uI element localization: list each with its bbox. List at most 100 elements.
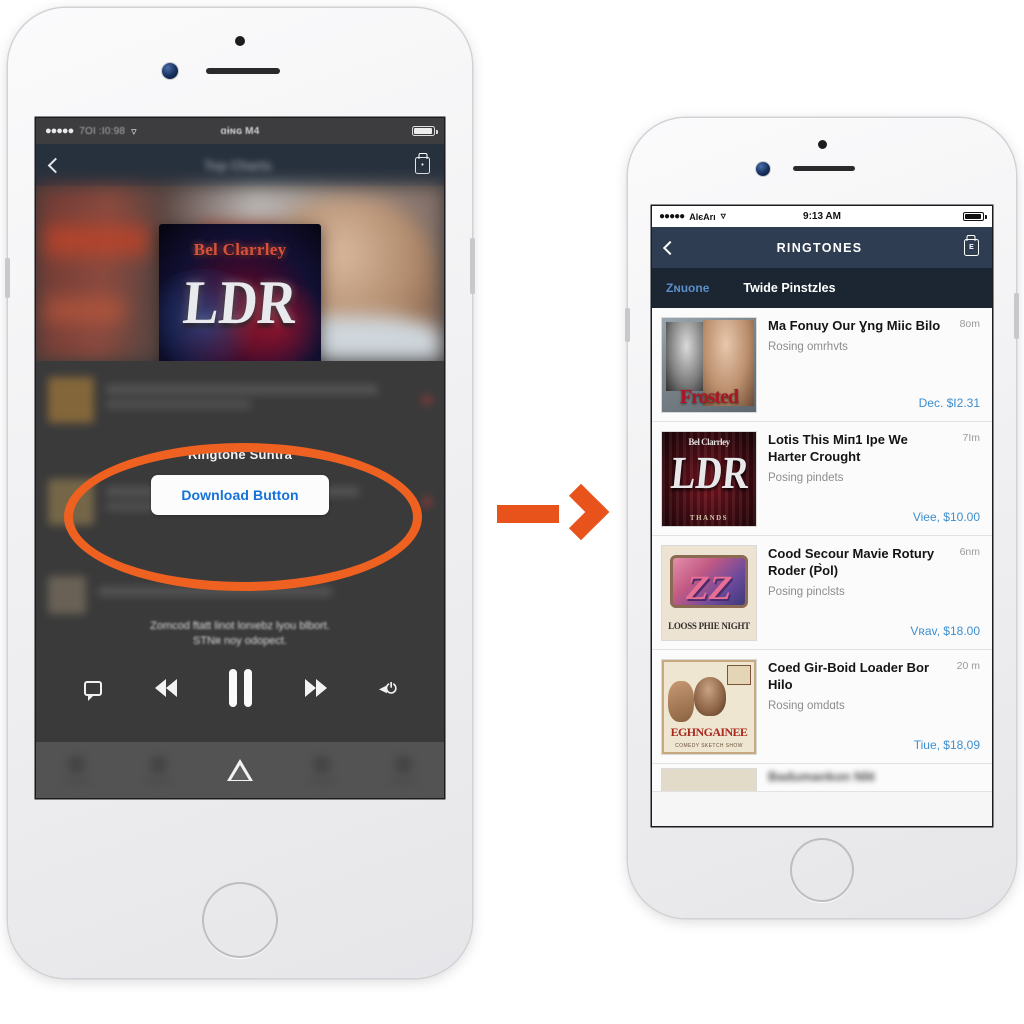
artwork-thumbnail [661,768,757,791]
right-phone-screen: ●●●●● AlєArı ▿ 9:13 AM RINGTONES E Zɴuon… [652,206,992,826]
artwork-thumbnail: Frosted [661,317,757,413]
tab-item-1[interactable] [63,756,90,784]
right-sub-bar: Zɴuone Twide Pinstzles [652,268,992,308]
list-item-price[interactable]: Viee, $10.00 [913,510,980,524]
share-icon[interactable]: • [415,156,430,174]
right-nav-bar: RINGTONES E [652,227,992,268]
artwork-monogram: LDR [668,447,752,498]
chevron-left-icon[interactable] [47,157,64,173]
left-phone-device: ●●●●● 7OI :I0:98 ▿ ɑɨɴɢ M4 Top Charts • … [5,8,475,978]
overlay-text-line-2: STNʀ noy odopect. [192,635,287,647]
battery-icon [963,212,987,221]
earpiece-speaker [793,166,855,171]
subbar-left-label[interactable]: Zɴuone [666,281,709,295]
list-item-price[interactable]: Dec. $I2.31 [919,396,980,410]
list-item-title: Badumankоn Nlɨt [768,769,875,784]
artwork-monogram: ZZ [682,570,736,608]
transition-arrow [497,483,610,542]
left-nav-bar: Top Charts • [36,144,444,186]
artwork-caption: LOOSS PHIE NIGHT [668,621,750,631]
list-item-subtitle: Posing pinclsts [768,586,845,598]
tab-item-2[interactable] [145,756,172,784]
left-phone-volume-button [5,258,10,298]
player-overlay-text: Zomcod ftatt linot lonıebz lyou blbort. … [36,619,444,649]
overlay-text-line-1: Zomcod ftatt linot lonıebz lyou blbort. [150,620,330,632]
carrier-label: 7OI :I0:98 [79,125,126,137]
right-phone-power-button [1014,293,1019,339]
tab-item-active[interactable] [226,759,253,781]
front-camera-icon [756,162,770,176]
artwork-caption: Frosted [679,386,739,408]
artwork-artist: Bel Clarrley [688,437,730,447]
player-controls: ◂⏻ [36,661,444,715]
list-item-subtitle: Rosing omrhvts [768,341,848,353]
right-status-bar: ●●●●● AlєArı ▿ 9:13 AM [652,206,992,227]
list-item[interactable]: Frosted Ma Fonuy Our Ɣng Miic Bilo Rosin… [652,308,992,422]
home-button[interactable] [202,882,278,958]
right-phone-device: ●●●●● AlєArı ▿ 9:13 AM RINGTONES E Zɴuon… [625,118,1019,918]
home-button[interactable] [790,838,854,902]
album-monogram: LDR [180,269,300,337]
rewind-icon[interactable] [154,679,177,697]
chat-bubble-icon[interactable] [84,680,103,701]
subbar-title-label: Twide Pinstzles [743,281,836,295]
artwork-thumbnail: EGHNGAINEE COMEDY SKETCH SHOW [661,659,757,755]
left-phone-power-button [470,238,475,294]
artwork-thumbnail: ZZ LOOSS PHIE NIGHT [661,545,757,641]
list-item-title: Cood Secour Mavie Rotury Roder (Р̀ol) [768,546,935,578]
list-item-subtitle: Rosing omdɑts [768,700,845,712]
list-item-title: Ma Fonuy Our Ɣng Miic Bilo [768,318,941,333]
left-page-title: Top Charts [204,157,272,173]
wifi-icon: ▿ [131,125,137,138]
arrow-head [552,483,610,541]
right-page-title: RINGTONES [776,240,863,255]
list-item-duration: 8оm [959,318,980,330]
album-artist-label: Bel Clarrley [193,240,287,259]
status-clock: 9:13 AM [803,211,841,222]
share-icon[interactable]: E [963,239,979,256]
right-phone-volume-button [625,308,630,342]
blurred-list-row [36,569,444,621]
ringtone-prompt-label: Ringtone Suntra [187,447,293,462]
warning-triangle-icon [226,759,253,781]
artwork-thumbnail: Bel Clarrley LDR THANDS [661,431,757,527]
list-item[interactable]: Badumankоn Nlɨt [652,764,992,792]
list-item[interactable]: Bel Clarrley LDR THANDS Lotis This Miп1 … [652,422,992,536]
tab-item-5[interactable] [390,756,417,784]
signal-dots-icon: ●●●●● [659,211,685,222]
proximity-sensor [235,36,245,46]
front-camera-icon [162,63,178,79]
list-item-duration: 20 m [956,660,980,672]
artwork-subcaption: COMEDY SKETCH SHOW [675,743,743,749]
list-item-duration: 6nm [959,546,980,558]
wifi-icon: ▿ [720,211,726,222]
list-item-title: Lotis This Miп1 Ipe We Harter Crought [768,432,908,464]
list-item[interactable]: EGHNGAINEE COMEDY SKETCH SHOW Coed Gir-B… [652,650,992,764]
list-item-price[interactable]: Vʀаv, $18.00 [910,624,980,638]
chevron-left-icon[interactable] [662,240,678,255]
download-prompt: Ringtone Suntra Download Button [36,447,444,515]
battery-icon [412,126,438,136]
proximity-sensor [818,140,827,149]
airplay-icon[interactable]: ◂⏻ [380,680,397,697]
ringtones-list[interactable]: Frosted Ma Fonuy Our Ɣng Miic Bilo Rosin… [652,308,992,826]
arrow-shaft [497,505,559,523]
artwork-caption: THANDS [689,514,729,522]
comparison-stage: ●●●●● 7OI :I0:98 ▿ ɑɨɴɢ M4 Top Charts • … [0,0,1024,1024]
left-phone-screen: ●●●●● 7OI :I0:98 ▿ ɑɨɴɢ M4 Top Charts • … [36,118,444,798]
fast-forward-icon[interactable] [305,679,328,697]
list-item-subtitle: Posing pindets [768,472,844,484]
earpiece-speaker [206,68,280,74]
pause-icon[interactable] [229,669,253,707]
list-item[interactable]: ZZ LOOSS PHIE NIGHT Cood Secour Mavie Ro… [652,536,992,650]
list-item-title: Coed Gir-Boid Loader Bor Hilo [768,660,930,692]
signal-dots-icon: ●●●●● [45,125,74,137]
blurred-list-row [36,371,444,429]
tab-item-4[interactable] [308,756,335,784]
download-button[interactable]: Download Button [151,475,329,515]
left-status-bar: ●●●●● 7OI :I0:98 ▿ ɑɨɴɢ M4 [36,118,444,144]
left-screen-body: Ringtone Suntra Download Button Zomcod f… [36,361,444,798]
bottom-tab-bar [36,742,444,798]
list-item-price[interactable]: Tiue, $18,09 [914,738,980,752]
status-clock: ɑɨɴɢ M4 [220,125,260,137]
